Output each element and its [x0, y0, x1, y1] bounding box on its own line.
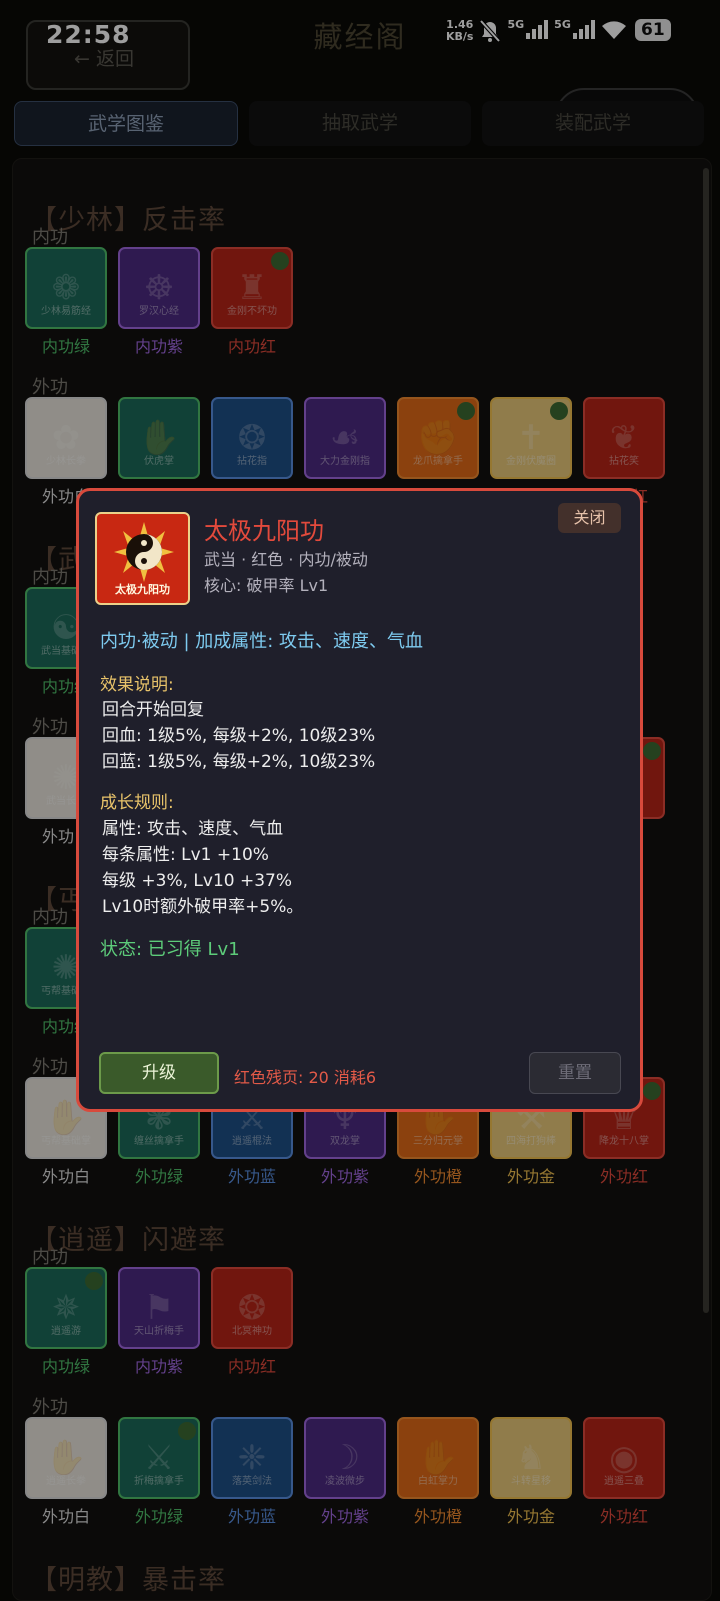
growth-line: Lv10时额外破甲率+5%。 [102, 897, 304, 917]
effect-heading: 效果说明: [100, 675, 174, 695]
effect-line: 回合开始回复 [102, 700, 204, 720]
skill-icon-caption: 太极九阳功 [115, 583, 170, 596]
skill-attributes: 内功·被动 | 加成属性: 攻击、速度、气血 [100, 631, 424, 652]
fragment-cost: 红色残页: 20 消耗6 [234, 1068, 377, 1087]
reset-button[interactable]: 重置 [529, 1052, 621, 1094]
growth-line: 每条属性: Lv1 +10% [102, 845, 269, 865]
growth-line: 属性: 攻击、速度、气血 [102, 819, 284, 839]
learn-status: 状态: 已习得 Lv1 [100, 939, 240, 960]
skill-subtitle: 武当 · 红色 · 内功/被动 [204, 550, 368, 569]
skill-title: 太极九阳功 [204, 517, 324, 545]
skill-icon: 太极九阳功 [95, 512, 190, 605]
close-button[interactable]: 关闭 [558, 503, 621, 533]
upgrade-button[interactable]: 升级 [99, 1052, 219, 1094]
skill-core: 核心: 破甲率 Lv1 [204, 576, 329, 595]
growth-line: 每级 +3%, Lv10 +37% [102, 871, 293, 891]
effect-line: 回蓝: 1级5%, 每级+2%, 10级23% [102, 752, 376, 772]
growth-heading: 成长规则: [100, 793, 174, 813]
effect-line: 回血: 1级5%, 每级+2%, 10级23% [102, 726, 376, 746]
